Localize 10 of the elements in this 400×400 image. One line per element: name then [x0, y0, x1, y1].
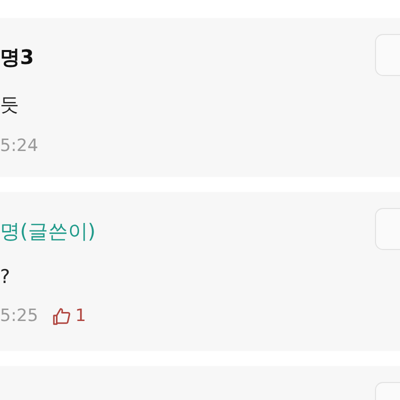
- option-button[interactable]: [375, 208, 400, 250]
- comment-text: ?: [0, 266, 12, 288]
- comment-text: 듯: [0, 93, 20, 118]
- like-count: 1: [75, 306, 86, 326]
- comment-time: 5:24: [0, 136, 38, 156]
- option-button[interactable]: [375, 34, 400, 76]
- commenter-name: 명3: [0, 44, 34, 71]
- comment-time: 5:25: [0, 306, 38, 326]
- thumbs-up-icon[interactable]: [52, 306, 72, 326]
- commenter-name: 명(글쓴이): [0, 218, 96, 245]
